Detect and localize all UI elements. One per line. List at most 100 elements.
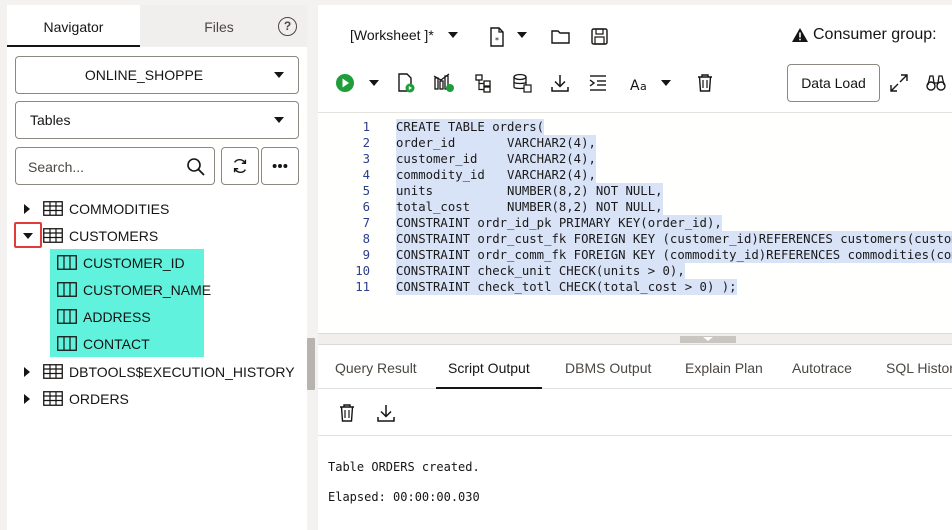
refresh-button[interactable] — [221, 147, 259, 185]
binoculars-icon[interactable] — [925, 72, 947, 94]
expand-icon[interactable] — [24, 204, 30, 214]
tab-dbms-output[interactable]: DBMS Output — [565, 345, 651, 389]
worksheet-area: [Worksheet ]* * Consumer group: A a Data… — [318, 5, 952, 530]
search-input[interactable] — [28, 157, 178, 177]
sql-developer-web: Navigator Files ? ONLINE_SHOPPE Tables S… — [0, 0, 952, 530]
download-icon[interactable] — [375, 402, 397, 424]
splitter-handle[interactable] — [307, 338, 315, 390]
code-line: commodity_id VARCHAR2(4), — [396, 167, 596, 183]
svg-text:A: A — [630, 78, 640, 94]
code-line: CONSTRAINT check_totl CHECK(total_cost >… — [396, 279, 737, 295]
code-line: customer_id VARCHAR2(4), — [396, 151, 596, 167]
table-icon — [43, 201, 63, 216]
code-line: units NUMBER(8,2) NOT NULL, — [396, 183, 663, 199]
run-script-icon[interactable] — [395, 72, 417, 94]
tab-script-output[interactable]: Script Output — [436, 345, 542, 389]
column-icon — [57, 309, 77, 324]
download-icon[interactable] — [549, 72, 571, 94]
tree-node-commodities[interactable]: COMMODITIES — [19, 196, 299, 222]
line-number: 4 — [362, 168, 370, 182]
tree-node-label: COMMODITIES — [69, 201, 170, 217]
line-number: 3 — [362, 152, 370, 166]
chevron-down-icon — [274, 72, 284, 78]
tree-node-label: DBTOOLS$EXECUTION_HISTORY — [69, 364, 295, 380]
expand-icon[interactable] — [888, 72, 910, 94]
tree-node-label: ORDERS — [69, 391, 129, 407]
tree-node-label: CUSTOMERS — [69, 228, 159, 244]
search-box — [15, 147, 215, 185]
output-line: Table ORDERS created. — [328, 460, 480, 474]
chevron-down-icon[interactable] — [517, 32, 527, 38]
code-line: CONSTRAINT ordr_id_pk PRIMARY KEY(order_… — [396, 215, 722, 231]
object-type-select[interactable]: Tables — [15, 101, 299, 139]
tab-navigator[interactable]: Navigator — [7, 5, 140, 47]
chevron-down-icon[interactable] — [369, 80, 379, 86]
line-number-gutter: 1 2 3 4 5 6 7 8 9 10 11 — [318, 113, 396, 333]
column-node-address[interactable]: ADDRESS — [57, 304, 207, 330]
chevron-down-icon — [274, 117, 284, 123]
worksheet-toolbar: [Worksheet ]* * Consumer group: A a Data… — [318, 5, 952, 113]
column-node-label: CUSTOMER_ID — [83, 255, 185, 271]
data-load-button[interactable]: Data Load — [787, 64, 880, 102]
tree-node-dbtools-execution-history[interactable]: DBTOOLS$EXECUTION_HISTORY — [19, 359, 299, 385]
line-number: 5 — [362, 184, 370, 198]
worksheet-select[interactable]: [Worksheet ]* — [350, 27, 434, 43]
table-icon — [43, 364, 63, 379]
tab-files[interactable]: Files — [140, 5, 298, 47]
search-icon[interactable] — [186, 157, 206, 177]
warning-icon — [792, 28, 808, 42]
collapse-icon[interactable] — [23, 233, 33, 239]
column-icon — [57, 282, 77, 297]
vertical-splitter[interactable] — [307, 5, 317, 530]
expand-icon[interactable] — [24, 367, 30, 377]
column-node-label: ADDRESS — [83, 309, 151, 325]
explain-plan-icon[interactable] — [433, 72, 455, 94]
splitter-collapse-handle[interactable] — [680, 336, 736, 343]
code-line: CONSTRAINT check_unit CHECK(units > 0), — [396, 263, 685, 279]
line-number: 2 — [362, 136, 370, 150]
open-folder-icon[interactable] — [550, 26, 572, 48]
line-number: 7 — [362, 216, 370, 230]
more-actions-button[interactable] — [261, 147, 299, 185]
expand-icon[interactable] — [24, 394, 30, 404]
line-number: 10 — [355, 264, 370, 278]
chevron-down-icon[interactable] — [661, 80, 671, 86]
column-node-contact[interactable]: CONTACT — [57, 331, 207, 357]
line-number: 9 — [362, 248, 370, 262]
run-statement-icon[interactable] — [334, 72, 356, 94]
save-icon[interactable] — [589, 26, 611, 48]
code-line: CREATE TABLE orders( — [396, 119, 545, 135]
tab-explain-plan[interactable]: Explain Plan — [685, 345, 763, 389]
question-circle-icon[interactable]: ? — [278, 17, 297, 36]
schema-select[interactable]: ONLINE_SHOPPE — [15, 56, 299, 94]
tab-sql-history[interactable]: SQL History — [886, 345, 952, 389]
column-icon — [57, 255, 77, 270]
autotrace-icon[interactable] — [472, 72, 494, 94]
svg-text:*: * — [495, 36, 499, 45]
column-icon — [57, 336, 77, 351]
horizontal-splitter[interactable] — [318, 333, 952, 345]
database-actions-icon[interactable] — [511, 72, 533, 94]
format-indent-icon[interactable] — [587, 72, 609, 94]
code-line: CONSTRAINT ordr_comm_fk FOREIGN KEY (com… — [396, 247, 952, 263]
refresh-icon — [233, 158, 247, 174]
tree-node-orders[interactable]: ORDERS — [19, 386, 299, 412]
tab-autotrace[interactable]: Autotrace — [792, 345, 852, 389]
table-icon — [43, 391, 63, 406]
line-number: 11 — [355, 280, 370, 294]
column-node-customer-name[interactable]: CUSTOMER_NAME — [57, 277, 211, 303]
navigator-panel: Navigator Files ? ONLINE_SHOPPE Tables S… — [7, 5, 307, 530]
trash-icon[interactable] — [336, 402, 358, 424]
tab-query-result[interactable]: Query Result — [335, 345, 417, 389]
chevron-down-icon[interactable] — [448, 32, 458, 38]
sql-editor[interactable]: 1 2 3 4 5 6 7 8 9 10 11 CREATE TABLE ord… — [318, 113, 952, 333]
svg-text:a: a — [640, 80, 647, 93]
text-case-icon[interactable]: A a — [629, 72, 651, 94]
new-worksheet-icon[interactable]: * — [486, 26, 508, 48]
trash-icon[interactable] — [694, 72, 716, 94]
tree-node-customers[interactable]: CUSTOMERS — [14, 222, 299, 249]
ellipsis-icon — [272, 164, 288, 168]
column-node-customer-id[interactable]: CUSTOMER_ID — [57, 250, 207, 276]
line-number: 6 — [362, 200, 370, 214]
consumer-group-label: Consumer group: — [813, 26, 937, 43]
